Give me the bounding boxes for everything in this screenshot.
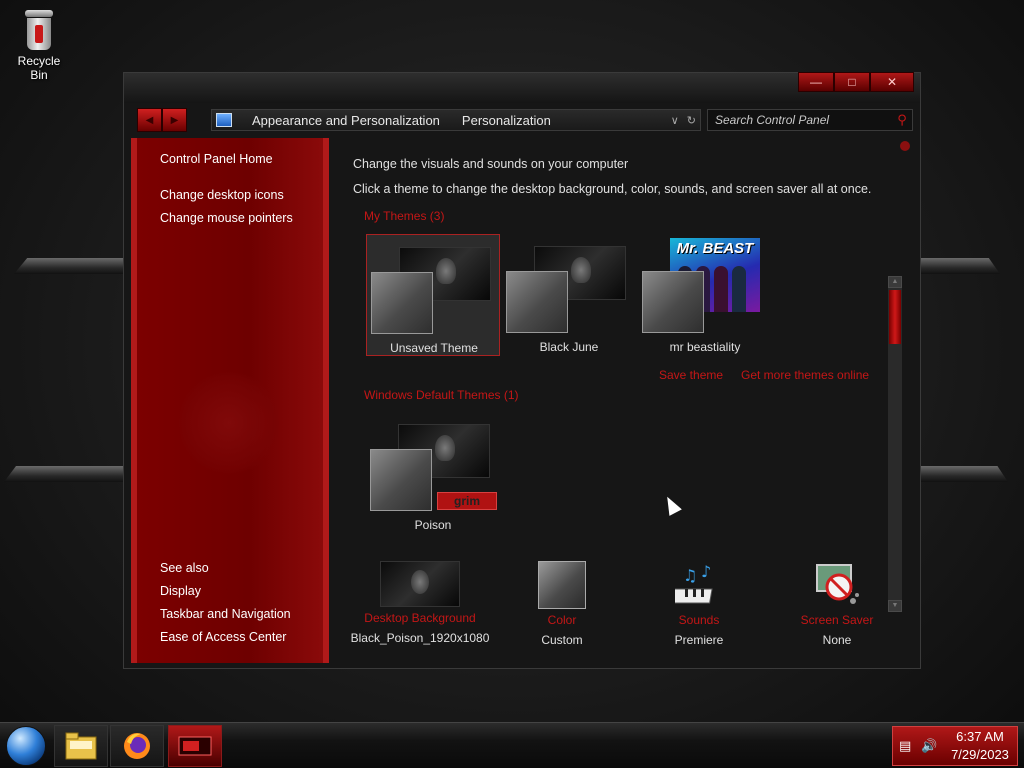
theme-color-swatch — [642, 271, 704, 333]
clock-time[interactable]: 6:37 AM — [945, 729, 1015, 744]
back-arrow-icon: ◀ — [145, 114, 154, 126]
clock-date[interactable]: 7/29/2023 — [945, 747, 1015, 762]
firefox-taskbar-button[interactable] — [110, 725, 164, 767]
change-mouse-pointers-link[interactable]: Change mouse pointers — [160, 211, 293, 225]
desktop-decoration — [920, 466, 1008, 482]
change-desktop-icons-link[interactable]: Change desktop icons — [160, 188, 284, 202]
window-titlebar[interactable]: — □ ✕ — [124, 72, 920, 103]
screen-saver-title: Screen Saver — [800, 613, 874, 627]
breadcrumb-appearance[interactable]: Appearance and Personalization — [252, 113, 440, 128]
theme-name: Black June — [539, 340, 599, 354]
nav-arrows: ◀ ▶ — [137, 108, 187, 132]
poster-title: Mr. BEAST — [676, 240, 754, 257]
recycle-bin-label: Recycle Bin — [17, 54, 61, 82]
address-bar[interactable]: Appearance and Personalization Personali… — [211, 109, 701, 131]
desktop-background-value: Black_Poison_1920x1080 — [350, 631, 490, 645]
forward-button[interactable]: ▶ — [162, 108, 187, 132]
caption-buttons: — □ ✕ — [798, 72, 914, 92]
sidebar: Control Panel Home Change desktop icons … — [131, 138, 329, 663]
sounds-icon: ♫ ♪ — [671, 561, 723, 609]
theme-name: Unsaved Theme — [390, 341, 478, 355]
main-content: Change the visuals and sounds on your co… — [330, 138, 915, 663]
sounds-option[interactable]: ♫ ♪ Sounds Premiere — [629, 561, 769, 647]
desktop-background-option[interactable]: Desktop Background Black_Poison_1920x108… — [350, 561, 490, 645]
see-also-heading: See also — [160, 561, 209, 575]
scroll-up-icon[interactable]: ▲ — [888, 276, 902, 288]
theme-name: Poison — [414, 518, 452, 532]
search-box: ⚲ — [707, 109, 913, 131]
volume-icon[interactable]: 🔊 — [921, 738, 937, 754]
desktop-background-icon — [380, 561, 460, 607]
close-button[interactable]: ✕ — [870, 72, 914, 92]
theme-tile-poison[interactable]: grim Poison — [366, 412, 500, 534]
theme-tile-black-june[interactable]: Black June — [502, 234, 636, 356]
personalization-app-icon — [178, 736, 212, 756]
svg-text:♪: ♪ — [701, 562, 711, 581]
ease-of-access-link[interactable]: Ease of Access Center — [160, 630, 286, 644]
theme-tile-unsaved[interactable]: Unsaved Theme — [366, 234, 500, 356]
personalization-window: — □ ✕ ◀ ▶ Appearance and Personalization… — [123, 72, 921, 669]
system-tray: ▤ 🔊 6:37 AM 7/29/2023 — [892, 726, 1018, 766]
svg-text:♫: ♫ — [683, 566, 697, 585]
maximize-button[interactable]: □ — [834, 72, 870, 92]
sounds-title: Sounds — [678, 613, 720, 627]
scroll-thumb[interactable] — [889, 290, 901, 344]
my-themes-heading: My Themes (3) — [364, 209, 445, 223]
theme-color-swatch — [506, 271, 568, 333]
close-icon: ✕ — [886, 75, 898, 89]
page-description: Click a theme to change the desktop back… — [353, 182, 872, 196]
minimize-button[interactable]: — — [798, 72, 834, 92]
network-icon[interactable]: ▤ — [899, 738, 911, 754]
theme-color-swatch — [371, 272, 433, 334]
control-panel-icon — [216, 113, 232, 127]
theme-color-swatch — [370, 449, 432, 511]
get-more-themes-link[interactable]: Get more themes online — [741, 368, 869, 382]
help-icon[interactable] — [900, 141, 910, 151]
search-icon[interactable]: ⚲ — [892, 112, 912, 128]
search-input[interactable] — [708, 113, 892, 127]
control-panel-home-link[interactable]: Control Panel Home — [160, 152, 273, 166]
screen-saver-value: None — [822, 633, 852, 647]
minimize-icon: — — [810, 75, 822, 89]
folder-icon — [65, 732, 97, 760]
breadcrumb-personalization[interactable]: Personalization — [462, 113, 551, 128]
save-theme-link[interactable]: Save theme — [659, 368, 723, 382]
desktop-decoration — [920, 258, 1000, 274]
default-themes-heading: Windows Default Themes (1) — [364, 388, 519, 402]
color-swatch-icon — [538, 561, 586, 609]
color-option[interactable]: Color Custom — [492, 561, 632, 647]
sounds-value: Premiere — [674, 633, 724, 647]
refresh-icon[interactable]: ↻ — [687, 114, 696, 127]
taskbar-navigation-link[interactable]: Taskbar and Navigation — [160, 607, 291, 621]
desktop-decoration — [4, 466, 124, 482]
taskbar — [0, 722, 1024, 768]
back-button[interactable]: ◀ — [137, 108, 162, 132]
recycle-bin-icon — [24, 10, 54, 50]
personalization-taskbar-button[interactable] — [168, 725, 222, 767]
chevron-down-icon[interactable]: ∨ — [671, 114, 679, 127]
grim-badge: grim — [437, 492, 497, 510]
display-link[interactable]: Display — [160, 584, 201, 598]
screen-saver-option[interactable]: Screen Saver None — [767, 561, 907, 647]
forward-arrow-icon: ▶ — [170, 114, 179, 126]
theme-tile-mr-beastiality[interactable]: Mr. BEAST mr beastiality — [638, 234, 772, 356]
theme-name: mr beastiality — [669, 340, 741, 354]
page-heading: Change the visuals and sounds on your co… — [353, 157, 629, 171]
recycle-bin-desktop-icon[interactable]: Recycle Bin — [8, 8, 70, 82]
file-explorer-taskbar-button[interactable] — [54, 725, 108, 767]
firefox-icon — [124, 733, 150, 759]
screen-saver-icon — [813, 561, 861, 609]
maximize-icon: □ — [848, 75, 856, 89]
skull-watermark — [179, 368, 279, 478]
color-title: Color — [547, 613, 577, 627]
start-button[interactable] — [6, 726, 46, 766]
color-value: Custom — [541, 633, 583, 647]
desktop-background-title: Desktop Background — [364, 611, 476, 625]
desktop-decoration — [14, 258, 124, 274]
